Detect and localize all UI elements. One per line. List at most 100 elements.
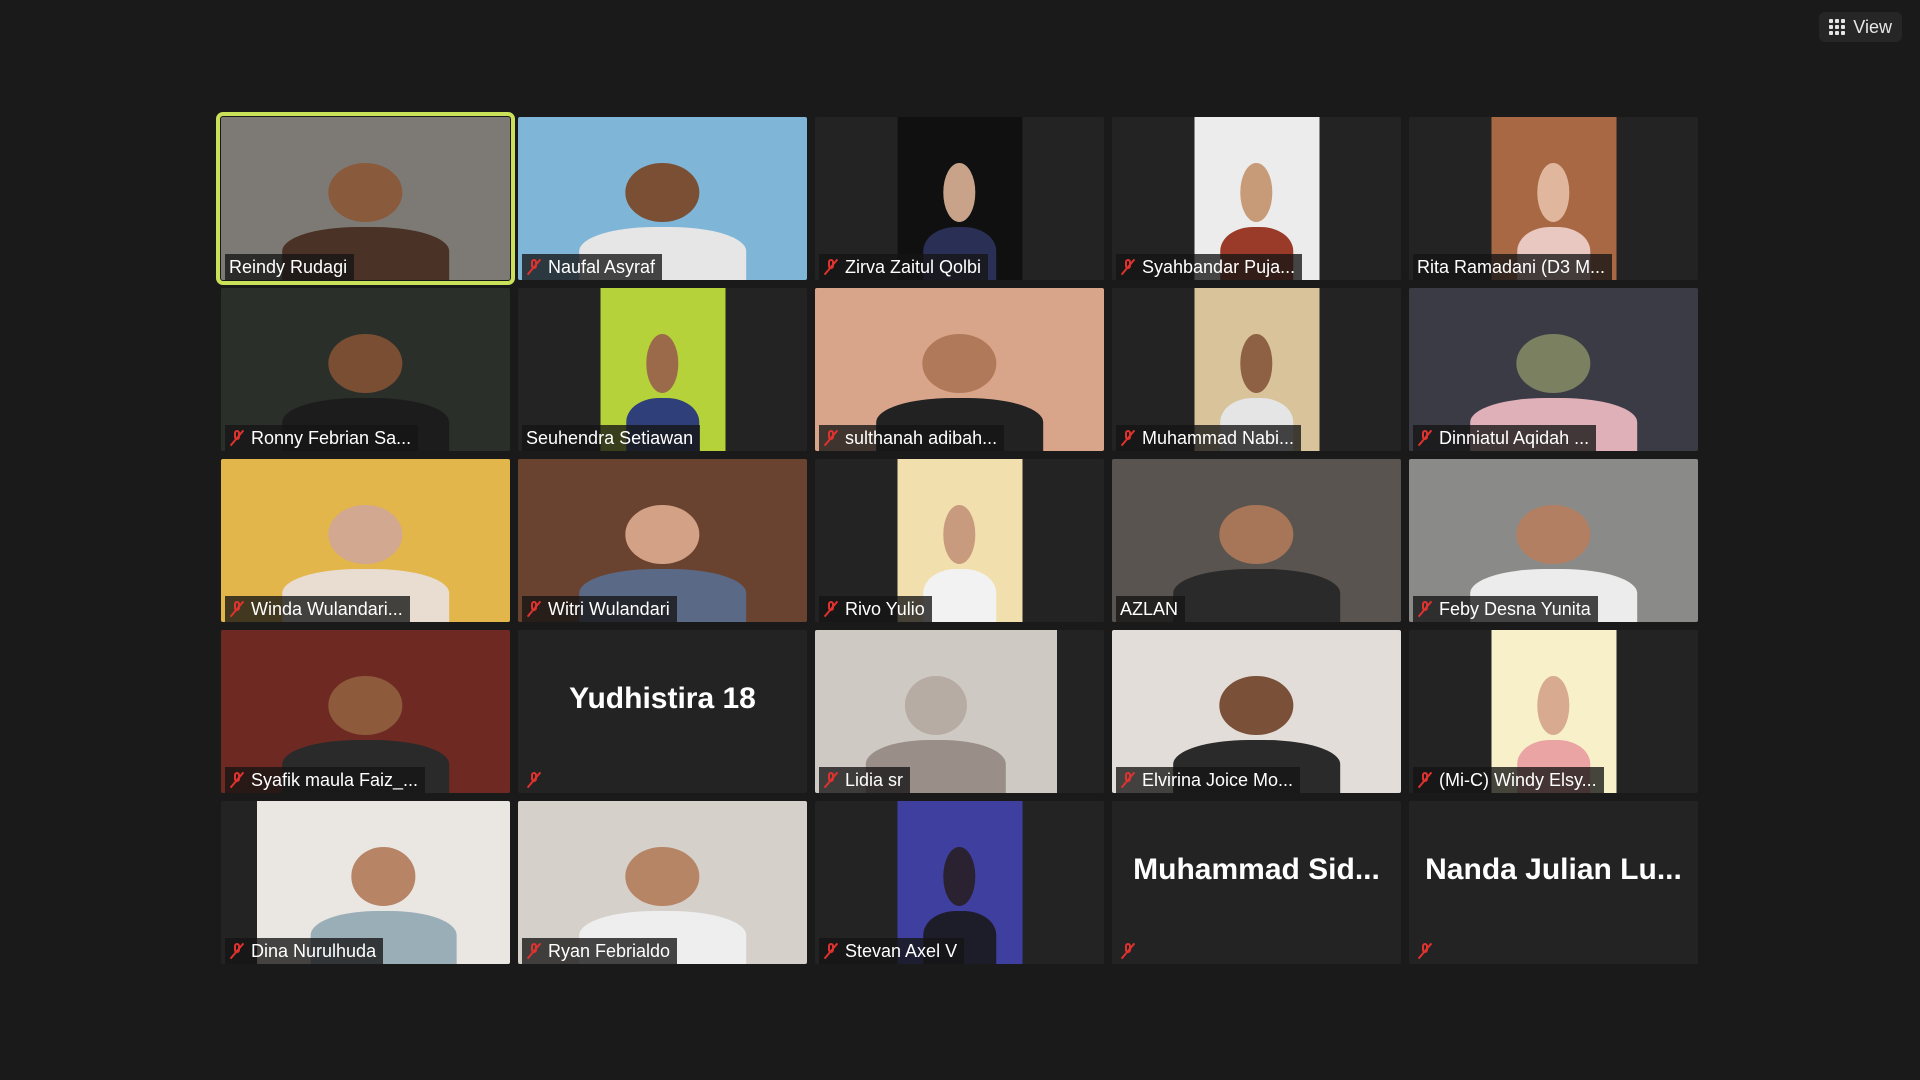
participant-tile[interactable]: Dinniatul Aqidah ... (1409, 288, 1698, 451)
mic-muted-icon (1120, 429, 1136, 447)
participant-tile[interactable]: Naufal Asyraf (518, 117, 807, 280)
participant-name: Zirva Zaitul Qolbi (845, 256, 982, 277)
participant-tile[interactable]: Muhammad Nabi... (1112, 288, 1401, 451)
participant-name: (Mi-C) Windy Elsy... (1439, 769, 1597, 790)
mic-muted-icon (823, 600, 839, 618)
participant-tile[interactable]: Muhammad Sid... (1112, 801, 1401, 964)
participant-name: Elvirina Joice Mo... (1142, 769, 1294, 790)
participant-name: Dinniatul Aqidah ... (1439, 427, 1590, 448)
participant-name: Reindy Rudagi (229, 256, 348, 277)
participant-name: Witri Wulandari (548, 598, 670, 619)
participant-name: Muhammad Nabi... (1142, 427, 1295, 448)
participant-name-tag: Elvirina Joice Mo... (1116, 767, 1301, 793)
participant-tile[interactable]: Winda Wulandari... (221, 459, 510, 622)
participant-name-tag (522, 767, 549, 793)
participant-name: sulthanah adibah... (845, 427, 998, 448)
participant-tile[interactable]: Rita Ramadani (D3 M... (1409, 117, 1698, 280)
mic-muted-icon (526, 258, 542, 276)
participant-tile[interactable]: Nanda Julian Lu... (1409, 801, 1698, 964)
participant-name-tag: Muhammad Nabi... (1116, 425, 1302, 451)
mic-muted-icon (229, 429, 245, 447)
mic-muted-icon (823, 771, 839, 789)
participant-name: Syafik maula Faiz_... (251, 769, 419, 790)
participant-name-tag: Dina Nurulhuda (225, 938, 384, 964)
gallery-grid: Reindy Rudagi Naufal Asyraf Zirva Zaitul Q… (216, 112, 1698, 964)
participant-name: Stevan Axel V (845, 940, 958, 961)
participant-tile[interactable]: Ronny Febrian Sa... (221, 288, 510, 451)
grid-icon (1829, 19, 1846, 35)
mic-muted-icon (823, 258, 839, 276)
mic-muted-icon (526, 600, 542, 618)
mic-muted-icon (229, 600, 245, 618)
participant-name-tag: sulthanah adibah... (819, 425, 1005, 451)
participant-name: Syahbandar Puja... (1142, 256, 1296, 277)
participant-name-tag: Rita Ramadani (D3 M... (1413, 254, 1613, 280)
participant-name-tag: Ronny Febrian Sa... (225, 425, 419, 451)
participant-name: Naufal Asyraf (548, 256, 656, 277)
participant-name: Rivo Yulio (845, 598, 925, 619)
participant-tile[interactable]: sulthanah adibah... (815, 288, 1104, 451)
mic-muted-icon (526, 942, 542, 960)
participant-display-name: Nanda Julian Lu... (1425, 852, 1682, 886)
participant-name-tag: AZLAN (1116, 596, 1186, 622)
participant-name-tag: Syafik maula Faiz_... (225, 767, 426, 793)
participant-tile[interactable]: Rivo Yulio (815, 459, 1104, 622)
participant-name-tag: Stevan Axel V (819, 938, 965, 964)
participant-tile[interactable]: Feby Desna Yunita (1409, 459, 1698, 622)
participant-name: Rita Ramadani (D3 M... (1417, 256, 1606, 277)
participant-tile[interactable]: Reindy Rudagi (216, 112, 515, 285)
mic-muted-icon (1120, 942, 1136, 960)
participant-tile[interactable]: Witri Wulandari (518, 459, 807, 622)
participant-name: Dina Nurulhuda (251, 940, 377, 961)
participant-name-tag: (Mi-C) Windy Elsy... (1413, 767, 1604, 793)
participant-tile[interactable]: Syafik maula Faiz_... (221, 630, 510, 793)
participant-tile[interactable]: Ryan Febrialdo (518, 801, 807, 964)
participant-name: Seuhendra Setiawan (526, 427, 694, 448)
participant-display-name: Yudhistira 18 (569, 681, 756, 715)
participant-name-tag: Ryan Febrialdo (522, 938, 678, 964)
participant-name-tag: Rivo Yulio (819, 596, 932, 622)
participant-name: Ryan Febrialdo (548, 940, 671, 961)
participant-name: Lidia sr (845, 769, 904, 790)
participant-name-tag: Witri Wulandari (522, 596, 677, 622)
participant-tile[interactable]: Elvirina Joice Mo... (1112, 630, 1401, 793)
participant-tile[interactable]: AZLAN (1112, 459, 1401, 622)
participant-name: Feby Desna Yunita (1439, 598, 1591, 619)
mic-muted-icon (1120, 258, 1136, 276)
participant-name: Winda Wulandari... (251, 598, 403, 619)
participant-name-tag: Dinniatul Aqidah ... (1413, 425, 1597, 451)
view-button[interactable]: View (1819, 12, 1902, 42)
participant-name: AZLAN (1120, 598, 1179, 619)
participant-name-tag: Winda Wulandari... (225, 596, 410, 622)
participant-tile[interactable]: Dina Nurulhuda (221, 801, 510, 964)
mic-muted-icon (1417, 771, 1433, 789)
participant-tile[interactable]: Lidia sr (815, 630, 1104, 793)
participant-name-tag (1116, 938, 1143, 964)
participant-tile[interactable]: Zirva Zaitul Qolbi (815, 117, 1104, 280)
participant-name-tag: Naufal Asyraf (522, 254, 663, 280)
participant-name-tag: Syahbandar Puja... (1116, 254, 1303, 280)
mic-muted-icon (526, 771, 542, 789)
mic-muted-icon (823, 429, 839, 447)
mic-muted-icon (229, 942, 245, 960)
participant-display-name: Muhammad Sid... (1133, 852, 1380, 886)
participant-avatar (923, 495, 996, 622)
view-label: View (1853, 16, 1892, 37)
participant-name-tag (1413, 938, 1440, 964)
mic-muted-icon (1120, 771, 1136, 789)
participant-tile[interactable]: Yudhistira 18 (518, 630, 807, 793)
participant-tile[interactable]: (Mi-C) Windy Elsy... (1409, 630, 1698, 793)
participant-name-tag: Feby Desna Yunita (1413, 596, 1598, 622)
mic-muted-icon (823, 942, 839, 960)
participant-name-tag: Zirva Zaitul Qolbi (819, 254, 989, 280)
participant-name-tag: Lidia sr (819, 767, 911, 793)
participant-tile[interactable]: Seuhendra Setiawan (518, 288, 807, 451)
participant-name-tag: Seuhendra Setiawan (522, 425, 701, 451)
participant-tile[interactable]: Stevan Axel V (815, 801, 1104, 964)
participant-name: Ronny Febrian Sa... (251, 427, 412, 448)
participant-tile[interactable]: Syahbandar Puja... (1112, 117, 1401, 280)
mic-muted-icon (1417, 429, 1433, 447)
mic-muted-icon (1417, 600, 1433, 618)
mic-muted-icon (1417, 942, 1433, 960)
participant-avatar (1172, 495, 1341, 622)
